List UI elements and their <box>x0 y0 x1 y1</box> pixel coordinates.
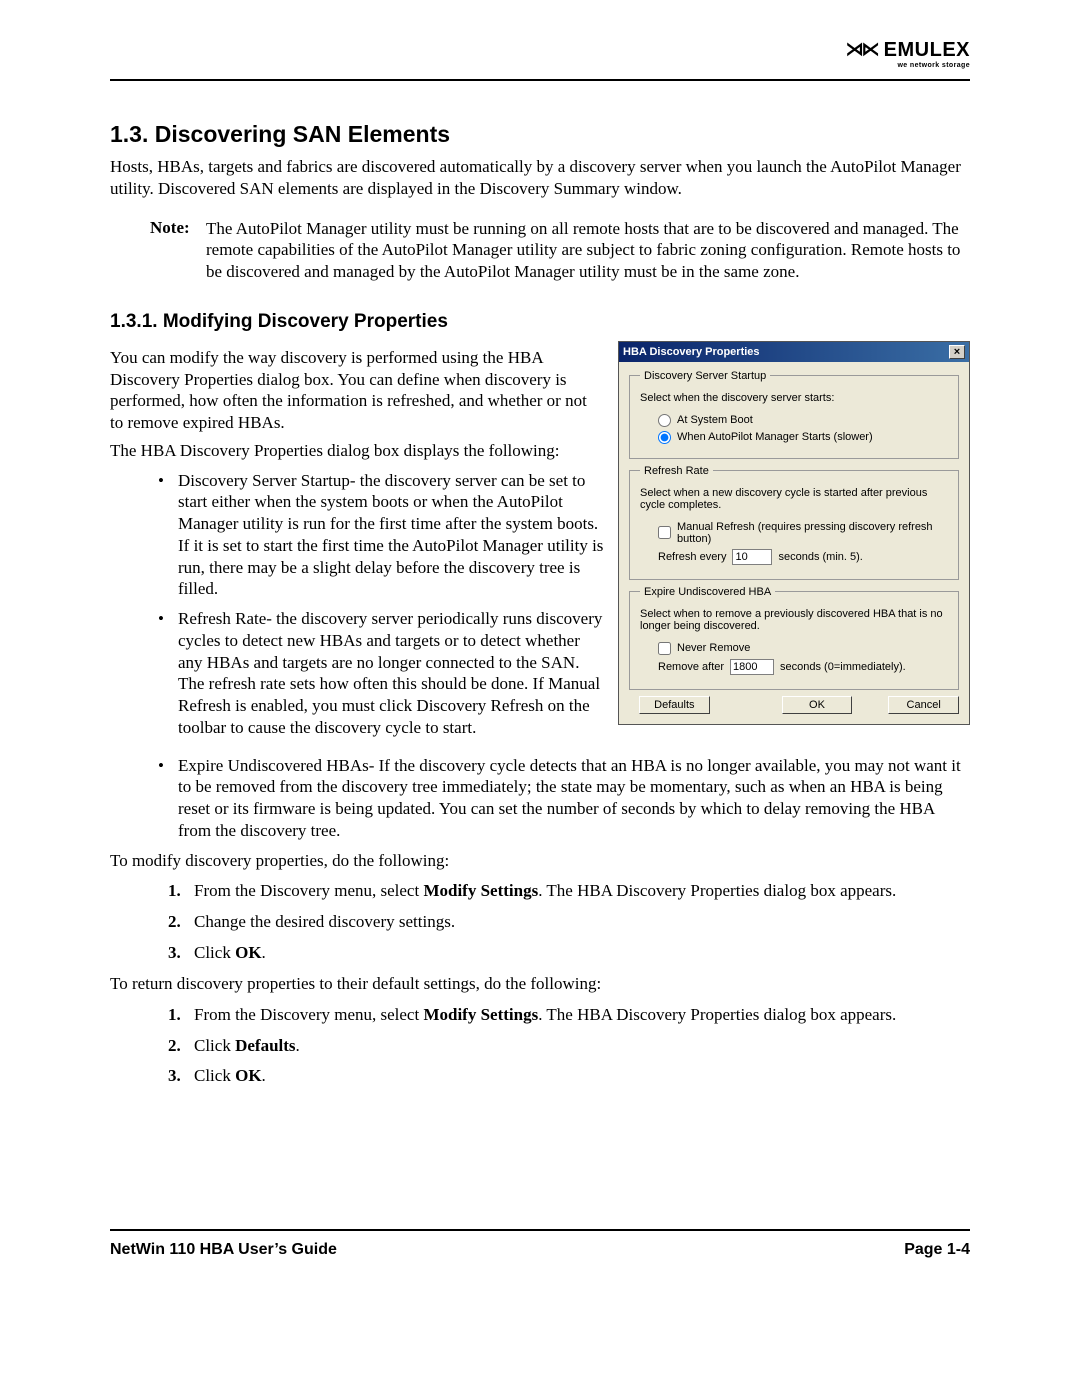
footer-page-number: Page 1-4 <box>904 1241 970 1259</box>
checkbox-manual-refresh[interactable]: Manual Refresh (requires pressing discov… <box>658 521 948 545</box>
subsection-p2: The HBA Discovery Properties dialog box … <box>110 440 604 462</box>
dialog-title: HBA Discovery Properties <box>623 346 760 358</box>
group-description: Select when a new discovery cycle is sta… <box>640 487 948 511</box>
close-icon[interactable]: × <box>949 345 965 359</box>
list-item: Click OK. <box>168 941 970 966</box>
dialog-button-row: Defaults OK Cancel <box>629 696 959 714</box>
input-prefix: Remove after <box>658 661 724 673</box>
step-text: Click <box>194 1066 235 1085</box>
list-item: Change the desired discovery settings. <box>168 910 970 935</box>
checkbox-input[interactable] <box>658 642 671 655</box>
bullet-list: Discovery Server Startup- the discovery … <box>158 470 604 739</box>
emulex-logo: ⋊⋉ EMULEX we network storage <box>846 40 970 69</box>
step-text: . The HBA Discovery Properties dialog bo… <box>538 1005 896 1024</box>
radio-label: When AutoPilot Manager Starts (slower) <box>677 431 873 443</box>
note-block: Note: The AutoPilot Manager utility must… <box>150 218 970 283</box>
checkbox-never-remove[interactable]: Never Remove <box>658 642 948 655</box>
step-text: . <box>296 1036 300 1055</box>
list-item: Click OK. <box>168 1064 970 1089</box>
page-footer: NetWin 110 HBA User’s Guide Page 1-4 <box>110 1229 970 1259</box>
step-text: From the Discovery menu, select <box>194 881 423 900</box>
procedure-a: From the Discovery menu, select Modify S… <box>168 879 970 965</box>
radio-label: At System Boot <box>677 414 753 426</box>
input-suffix: seconds (0=immediately). <box>780 661 906 673</box>
section-intro: Hosts, HBAs, targets and fabrics are dis… <box>110 156 970 200</box>
input-suffix: seconds (min. 5). <box>778 551 862 563</box>
logo-tagline: we network storage <box>846 62 970 69</box>
step-text: Click <box>194 1036 235 1055</box>
refresh-seconds-input[interactable] <box>732 549 772 565</box>
defaults-button[interactable]: Defaults <box>639 696 710 714</box>
procedure-a-intro: To modify discovery properties, do the f… <box>110 850 970 872</box>
step-text: Click <box>194 943 235 962</box>
group-refresh-rate: Refresh Rate Select when a new discovery… <box>629 465 959 580</box>
input-prefix: Refresh every <box>658 551 726 563</box>
refresh-every-row: Refresh every seconds (min. 5). <box>658 549 948 565</box>
radio-input[interactable] <box>658 414 671 427</box>
step-text: . The HBA Discovery Properties dialog bo… <box>538 881 896 900</box>
list-item: Expire Undiscovered HBAs- If the discove… <box>158 755 970 842</box>
subsection-title: 1.3.1. Modifying Discovery Properties <box>110 311 970 333</box>
step-bold: Modify Settings <box>423 881 538 900</box>
step-text: . <box>262 1066 266 1085</box>
cancel-button[interactable]: Cancel <box>888 696 959 714</box>
note-body: The AutoPilot Manager utility must be ru… <box>206 218 970 283</box>
step-text: . <box>262 943 266 962</box>
list-item: Refresh Rate- the discovery server perio… <box>158 608 604 739</box>
procedure-b-intro: To return discovery properties to their … <box>110 973 970 995</box>
list-item: From the Discovery menu, select Modify S… <box>168 879 970 904</box>
checkbox-label: Never Remove <box>677 642 750 654</box>
subsection-p1: You can modify the way discovery is perf… <box>110 347 604 434</box>
group-legend: Expire Undiscovered HBA <box>640 586 775 598</box>
page-header: ⋊⋉ EMULEX we network storage <box>110 40 970 81</box>
checkbox-label: Manual Refresh (requires pressing discov… <box>677 521 948 545</box>
procedure-b: From the Discovery menu, select Modify S… <box>168 1003 970 1089</box>
group-description: Select when the discovery server starts: <box>640 392 948 404</box>
step-text: From the Discovery menu, select <box>194 1005 423 1024</box>
group-legend: Refresh Rate <box>640 465 713 477</box>
bullet-list-continued: Expire Undiscovered HBAs- If the discove… <box>158 755 970 842</box>
logo-brand: EMULEX <box>884 39 970 61</box>
logo-mark-icon: ⋊⋉ <box>846 39 878 59</box>
group-discovery-startup: Discovery Server Startup Select when the… <box>629 370 959 459</box>
group-description: Select when to remove a previously disco… <box>640 608 948 632</box>
ok-button[interactable]: OK <box>782 696 853 714</box>
step-bold: Defaults <box>235 1036 295 1055</box>
radio-when-autopilot-starts[interactable]: When AutoPilot Manager Starts (slower) <box>658 431 948 444</box>
group-expire-hba: Expire Undiscovered HBA Select when to r… <box>629 586 959 690</box>
footer-doc-title: NetWin 110 HBA User’s Guide <box>110 1241 337 1259</box>
note-label: Note: <box>150 218 206 283</box>
list-item: Click Defaults. <box>168 1034 970 1059</box>
step-bold: OK <box>235 943 261 962</box>
remove-after-seconds-input[interactable] <box>730 659 774 675</box>
list-item: Discovery Server Startup- the discovery … <box>158 470 604 601</box>
hba-discovery-dialog: HBA Discovery Properties × Discovery Ser… <box>618 341 970 725</box>
section-title: 1.3. Discovering SAN Elements <box>110 121 970 148</box>
radio-input[interactable] <box>658 431 671 444</box>
list-item: From the Discovery menu, select Modify S… <box>168 1003 970 1028</box>
remove-after-row: Remove after seconds (0=immediately). <box>658 659 948 675</box>
checkbox-input[interactable] <box>658 526 671 539</box>
dialog-titlebar[interactable]: HBA Discovery Properties × <box>619 342 969 362</box>
step-bold: OK <box>235 1066 261 1085</box>
group-legend: Discovery Server Startup <box>640 370 770 382</box>
radio-at-system-boot[interactable]: At System Boot <box>658 414 948 427</box>
step-bold: Modify Settings <box>423 1005 538 1024</box>
